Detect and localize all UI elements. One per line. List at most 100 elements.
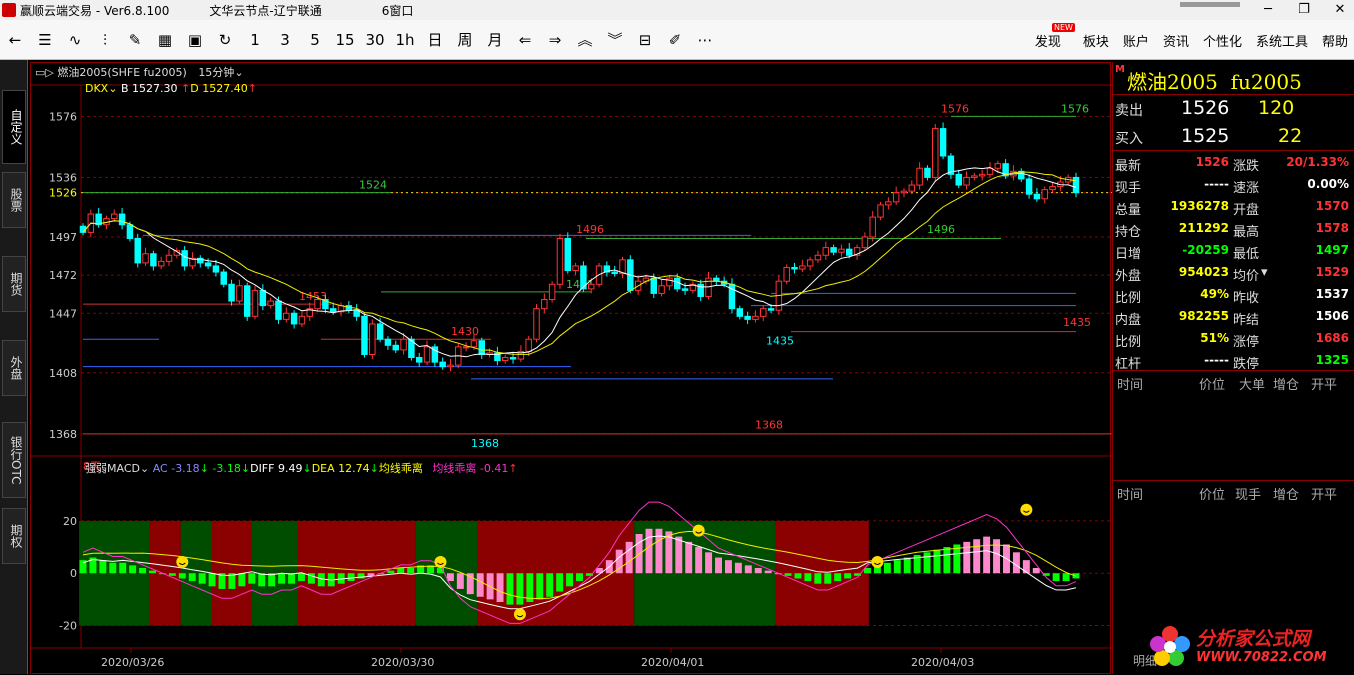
candle-body xyxy=(126,224,134,239)
draw-icon[interactable]: ✎ xyxy=(120,20,150,60)
symbol-tab[interactable]: ▭▷ 燃油2005(SHFE fu2005) 15分钟⌄ xyxy=(35,64,244,80)
tab-custom[interactable]: 自定义 xyxy=(2,90,26,164)
kline-icon[interactable]: ⫶ xyxy=(90,20,120,60)
period-5[interactable]: 5 xyxy=(300,20,330,60)
macd-bar xyxy=(99,560,107,574)
macd-bar xyxy=(1012,552,1020,574)
period-1[interactable]: 1 xyxy=(240,20,270,60)
layout-icon[interactable]: ▦ xyxy=(150,20,180,60)
macd-bar xyxy=(208,573,216,587)
price-annotation: 1368 xyxy=(471,437,499,450)
zoom-out-icon[interactable]: ︾ xyxy=(600,20,630,60)
macd-name[interactable]: 强弱MACD xyxy=(85,462,140,475)
menu-personalize[interactable]: 个性化 xyxy=(1203,31,1242,50)
sell-row[interactable]: 卖出 1526 120 xyxy=(1113,96,1354,124)
period-3[interactable]: 3 xyxy=(270,20,300,60)
period-selector[interactable]: 15分钟⌄ xyxy=(198,66,243,79)
candle-body xyxy=(283,312,290,320)
macd-bar xyxy=(923,552,931,574)
tab-stocks[interactable]: 股票 xyxy=(2,172,26,228)
quote-row: 最新 1526 涨跌 20/1.33% xyxy=(1113,152,1354,174)
candle-body xyxy=(251,289,259,317)
price-annotation: 1524 xyxy=(359,179,387,192)
candle-body xyxy=(986,167,994,175)
shift-right-icon[interactable]: ⇒ xyxy=(540,20,570,60)
tab-bank-otc[interactable]: 银行OTC xyxy=(2,422,26,498)
more-icon[interactable]: ⋯ xyxy=(690,20,720,60)
signal-smiley-icon xyxy=(176,556,189,568)
line-chart-icon[interactable]: ∿ xyxy=(60,20,90,60)
chevron-down-icon[interactable]: ▾ xyxy=(1261,265,1268,280)
candle-body xyxy=(212,265,220,273)
macd-bar xyxy=(576,573,583,582)
period-week[interactable]: 周 xyxy=(450,20,480,60)
server-label[interactable]: 文华云节点-辽宁联通 xyxy=(209,2,321,19)
close-icon[interactable]: ✕ xyxy=(1322,0,1354,20)
candle-body xyxy=(384,338,392,346)
candle-body xyxy=(415,357,423,363)
save-icon[interactable]: ▣ xyxy=(180,20,210,60)
shift-left-icon[interactable]: ⇐ xyxy=(510,20,540,60)
macd-bar xyxy=(933,549,941,574)
watermark-url: WWW.70822.COM xyxy=(1196,650,1327,665)
quote-value: 1526 xyxy=(1195,155,1229,169)
tab-foreign[interactable]: 外盘 xyxy=(2,340,26,396)
candle-body xyxy=(228,283,235,302)
flag-badge: M xyxy=(1115,64,1125,75)
candle-body xyxy=(752,315,759,320)
macd-bar xyxy=(238,573,246,587)
macd-bar xyxy=(724,560,732,574)
price-tick-label: 1536 xyxy=(49,171,77,184)
quote-value: 1570 xyxy=(1315,199,1349,213)
list-icon[interactable]: ☰ xyxy=(30,20,60,60)
price-tick-label: 1472 xyxy=(49,269,77,282)
candle-body xyxy=(572,265,579,272)
chart-canvas[interactable]: 1576 1536 1526 1497 1472 1447 1408 1368 1576 1576… xyxy=(31,63,1112,675)
menu-discover[interactable]: 发现 NEW xyxy=(1035,22,1075,50)
buy-row[interactable]: 买入 1525 22 xyxy=(1113,124,1354,152)
maximize-icon[interactable]: ❐ xyxy=(1286,0,1322,20)
quote-label: 涨跌 xyxy=(1233,159,1260,174)
price-annotation: 1430 xyxy=(451,325,479,338)
candle-body xyxy=(1025,178,1033,195)
period-30[interactable]: 30 xyxy=(360,20,390,60)
period-15[interactable]: 15 xyxy=(330,20,360,60)
menu-system-tools[interactable]: 系统工具 xyxy=(1256,31,1308,50)
period-day[interactable]: 日 xyxy=(420,20,450,60)
zoom-in-icon[interactable]: ︽ xyxy=(570,20,600,60)
candle-body xyxy=(509,357,517,360)
period-month[interactable]: 月 xyxy=(480,20,510,60)
macd-bar xyxy=(973,539,981,574)
period-1h[interactable]: 1h xyxy=(390,20,420,60)
candle-body xyxy=(932,128,939,178)
split-icon[interactable]: ⊟ xyxy=(630,20,660,60)
price-tick-label: 1408 xyxy=(49,367,77,380)
pen-icon[interactable]: ✐ xyxy=(660,20,690,60)
signal-smiley-icon xyxy=(434,556,447,568)
tab-futures[interactable]: 期货 xyxy=(2,256,26,312)
candle-body xyxy=(236,285,243,302)
back-arrow-icon[interactable]: ← xyxy=(0,20,30,60)
macd-bar xyxy=(844,573,852,579)
candle-body xyxy=(259,289,267,307)
menu-account[interactable]: 账户 xyxy=(1123,31,1149,50)
quote-value: 1325 xyxy=(1315,353,1349,367)
menu-help[interactable]: 帮助 xyxy=(1322,31,1348,50)
signal-smiley-icon xyxy=(513,608,526,621)
chart-area[interactable]: 1576 1536 1526 1497 1472 1447 1408 1368 1576 1576… xyxy=(30,62,1112,675)
candle-body xyxy=(376,323,384,340)
chevron-down-icon: ⌄ xyxy=(139,462,153,475)
dkx-name[interactable]: DKX xyxy=(85,82,108,95)
menu-sector[interactable]: 板块 xyxy=(1083,31,1109,50)
window-count[interactable]: 6窗口 xyxy=(382,2,414,19)
candle-body xyxy=(869,216,876,238)
up-arrow-icon: ↑ xyxy=(508,462,518,475)
menu-news[interactable]: 资讯 xyxy=(1163,31,1189,50)
macd-bar xyxy=(744,565,752,574)
candle-body xyxy=(329,308,337,313)
down-arrow-icon: ↓ xyxy=(369,462,379,475)
tab-options[interactable]: 期权 xyxy=(2,508,26,564)
minimize-icon[interactable]: ─ xyxy=(1250,0,1286,20)
refresh-icon[interactable]: ↻ xyxy=(210,20,240,60)
watermark-text: 分析家公式网 xyxy=(1196,628,1311,650)
